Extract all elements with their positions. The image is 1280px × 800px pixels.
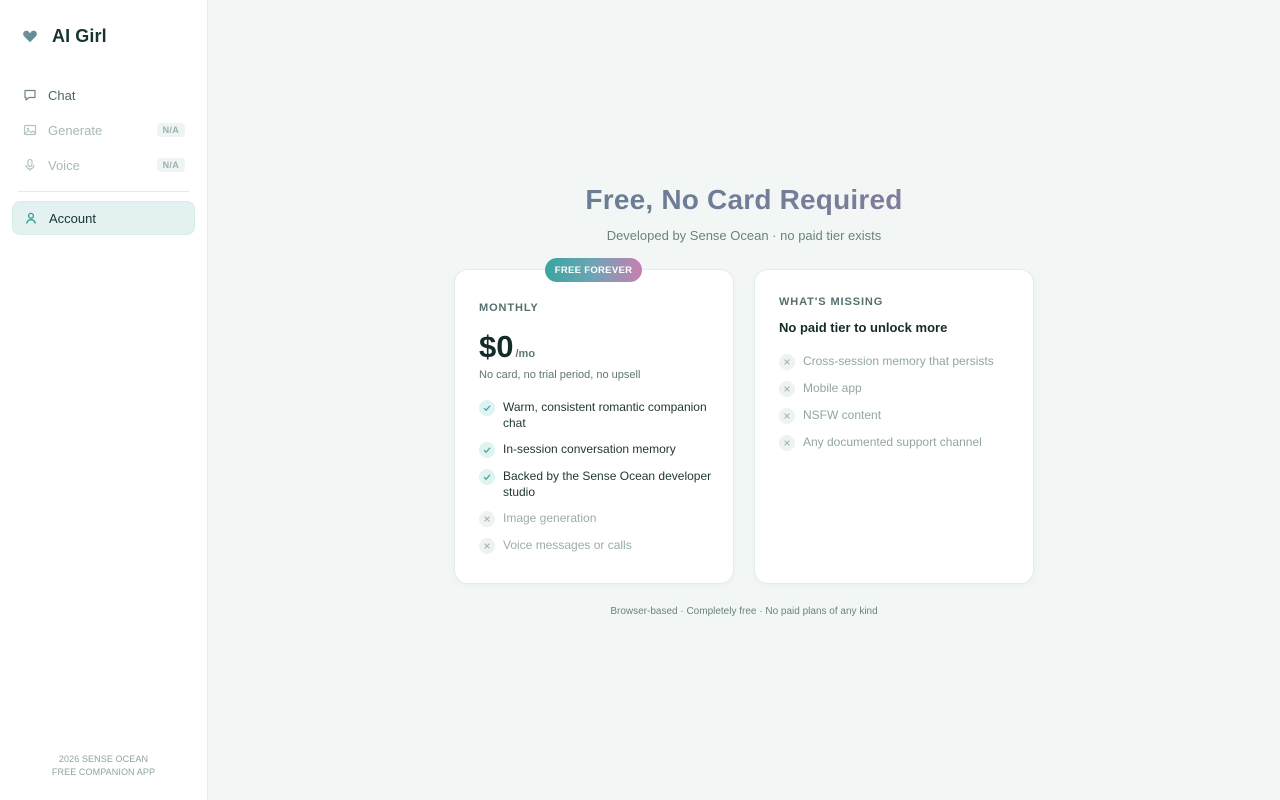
- feature-text: Warm, consistent romantic companion chat: [503, 400, 707, 430]
- sidebar-nav: Chat Generate N/A Voice N/A: [12, 78, 195, 183]
- missing-card: WHAT'S MISSING No paid tier to unlock mo…: [754, 269, 1034, 584]
- status-badge: N/A: [156, 158, 185, 172]
- cross-icon: [479, 538, 495, 554]
- sidebar-divider: [18, 191, 189, 192]
- list-item: In-session conversation memory: [479, 441, 715, 458]
- list-item: Mobile app: [779, 380, 1015, 397]
- app-name: AI Girl: [52, 25, 107, 46]
- page-subtitle: Developed by Sense Ocean · no paid tier …: [606, 228, 882, 243]
- page-title: Free, No Card Required: [208, 184, 1280, 216]
- price: $0 /mo: [479, 329, 535, 365]
- sidebar-item-label: Account: [49, 210, 96, 226]
- status-badge: N/A: [156, 123, 185, 137]
- chat-icon: [23, 88, 37, 102]
- user-icon: [24, 211, 38, 225]
- list-item: Any documented support channel: [779, 434, 1015, 451]
- cross-icon: [779, 381, 795, 397]
- microphone-icon: [23, 158, 37, 172]
- sidebar-item-label: Chat: [48, 87, 76, 103]
- cross-icon: [779, 435, 795, 451]
- sidebar-item-label: Voice: [48, 157, 80, 173]
- free-forever-badge: FREE FOREVER: [545, 258, 642, 282]
- footer-note: Browser-based · Completely free · No pai…: [610, 606, 878, 617]
- list-item: Warm, consistent romantic companion chat: [479, 399, 715, 431]
- sidebar-item-voice[interactable]: Voice N/A: [12, 148, 195, 182]
- check-icon: [479, 469, 495, 485]
- feature-text: Backed by the Sense Ocean developer stud…: [503, 469, 712, 499]
- feature-list: Warm, consistent romantic companion chat…: [479, 399, 715, 564]
- feature-text: In-session conversation memory: [503, 442, 676, 456]
- feature-text: Image generation: [503, 511, 597, 525]
- missing-list: Cross-session memory that persists Mobil…: [779, 353, 1015, 461]
- image-icon: [23, 123, 37, 137]
- list-item: Image generation: [479, 510, 715, 527]
- price-note: No card, no trial period, no upsell: [479, 369, 641, 381]
- cross-icon: [779, 408, 795, 424]
- missing-text: NSFW content: [803, 408, 882, 422]
- sidebar-item-account[interactable]: Account: [12, 201, 195, 235]
- list-item: Voice messages or calls: [479, 537, 715, 554]
- footer-line: 2026 SENSE OCEAN: [58, 754, 149, 764]
- list-item: Cross-session memory that persists: [779, 353, 1015, 370]
- missing-heading: No paid tier to unlock more: [779, 320, 948, 335]
- cross-icon: [779, 354, 795, 370]
- sidebar-item-generate[interactable]: Generate N/A: [12, 113, 195, 147]
- cross-icon: [479, 511, 495, 527]
- missing-text: Cross-session memory that persists: [803, 354, 994, 368]
- heart-icon: [23, 30, 37, 43]
- missing-label: WHAT'S MISSING: [779, 296, 884, 308]
- sidebar-footer: 2026 SENSE OCEAN FREE COMPANION APP: [0, 753, 207, 779]
- missing-text: Any documented support channel: [803, 435, 982, 449]
- list-item: Backed by the Sense Ocean developer stud…: [479, 468, 715, 500]
- sidebar-item-chat[interactable]: Chat: [12, 78, 195, 112]
- missing-text: Mobile app: [803, 381, 862, 395]
- footer-line: FREE COMPANION APP: [51, 767, 156, 777]
- brand[interactable]: AI Girl: [22, 24, 107, 48]
- feature-text: Voice messages or calls: [503, 538, 632, 552]
- list-item: NSFW content: [779, 407, 1015, 424]
- price-amount: $0: [479, 329, 514, 364]
- check-icon: [479, 400, 495, 416]
- plan-label: MONTHLY: [479, 302, 539, 314]
- plan-card: MONTHLY $0 /mo No card, no trial period,…: [454, 269, 734, 584]
- check-icon: [479, 442, 495, 458]
- price-period: /mo: [515, 348, 536, 360]
- sidebar-item-label: Generate: [48, 122, 103, 138]
- sidebar: AI Girl Chat Generate N/A Voice N/A Acco…: [0, 0, 208, 800]
